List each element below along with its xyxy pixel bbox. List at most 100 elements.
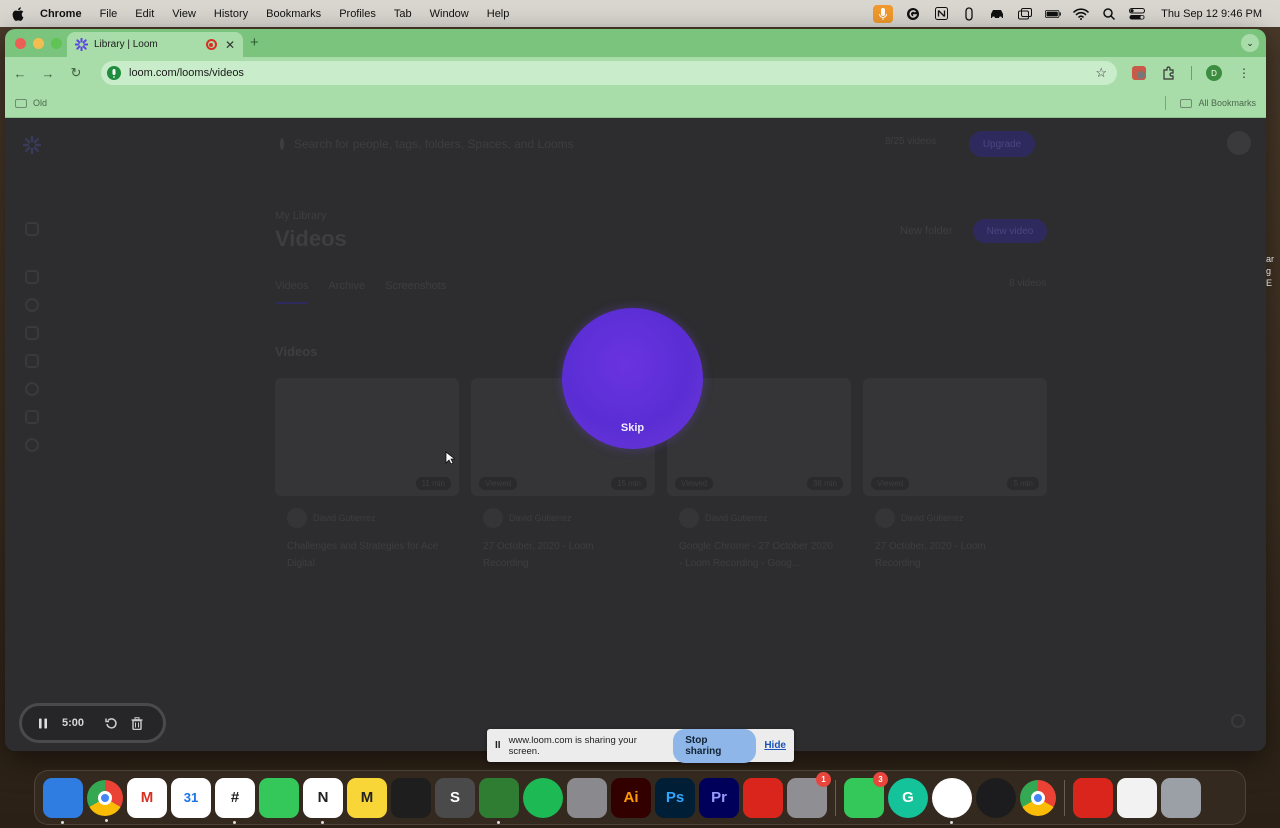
dock-notion-icon[interactable]: N <box>303 777 343 824</box>
grammarly-menu-icon[interactable] <box>905 7 921 21</box>
car-icon[interactable] <box>989 7 1005 21</box>
video-title[interactable]: Challenges and Strategies for Ace Digita… <box>275 538 445 572</box>
dock-quicktime-icon[interactable] <box>976 777 1016 818</box>
tab-screenshots[interactable]: Screenshots <box>385 280 446 304</box>
zoom-window-button[interactable] <box>51 37 62 49</box>
pause-recording-icon[interactable] <box>36 716 50 730</box>
dock-slack-icon[interactable]: # <box>215 777 255 824</box>
dock-chrome-icon[interactable] <box>87 779 123 822</box>
microphone-icon[interactable] <box>873 4 894 23</box>
bookmark-folder-old[interactable]: Old <box>15 98 47 108</box>
wifi-icon[interactable] <box>1073 7 1089 21</box>
dock-acrobat-2-icon[interactable] <box>1073 777 1113 818</box>
menu-help[interactable]: Help <box>487 8 510 20</box>
minimize-window-button[interactable] <box>33 37 44 49</box>
profile-avatar[interactable]: D <box>1206 65 1222 81</box>
video-thumbnail[interactable]: 11 min <box>275 378 459 496</box>
team-icon[interactable] <box>25 222 39 236</box>
user-avatar[interactable] <box>1227 131 1251 155</box>
dock-illustrator-icon[interactable]: Ai <box>611 777 651 818</box>
video-thumbnail[interactable]: Viewed 5 min <box>863 378 1047 496</box>
dock-photoshop-icon[interactable]: Ps <box>655 777 695 818</box>
back-arrow-icon[interactable]: ← <box>13 66 27 81</box>
dock-documents-icon[interactable] <box>1117 777 1157 818</box>
menu-edit[interactable]: Edit <box>135 8 154 20</box>
stop-sharing-button[interactable]: Stop sharing <box>673 728 757 763</box>
video-title[interactable]: 27 October, 2020 - Loom Recording <box>471 538 641 572</box>
dock-figma-icon[interactable] <box>391 777 431 818</box>
bookmark-star-icon[interactable]: ☆ <box>1095 65 1107 81</box>
address-bar[interactable]: loom.com/looms/videos ☆ <box>101 61 1117 85</box>
tab-archive[interactable]: Archive <box>328 280 365 304</box>
new-video-button[interactable]: New video <box>973 219 1047 243</box>
battery-icon[interactable] <box>1045 7 1061 21</box>
extensions-puzzle-icon[interactable] <box>1161 65 1177 81</box>
dock-spotify-icon[interactable] <box>523 777 563 818</box>
close-tab-icon[interactable]: ✕ <box>225 38 235 52</box>
spotlight-search-icon[interactable] <box>1101 7 1117 21</box>
menu-file[interactable]: File <box>100 8 118 20</box>
menu-window[interactable]: Window <box>430 8 469 20</box>
dock-premiere-icon[interactable]: Pr <box>699 777 739 818</box>
dock-safari-icon[interactable] <box>932 777 972 824</box>
menu-app-name[interactable]: Chrome <box>40 8 82 20</box>
paperclip-icon[interactable] <box>961 6 977 21</box>
dock-miro-icon[interactable]: M <box>347 777 387 818</box>
menu-history[interactable]: History <box>214 8 248 20</box>
apple-icon[interactable] <box>12 6 26 22</box>
library-search[interactable]: Search for people, tags, folders, Spaces… <box>280 134 574 154</box>
library-icon[interactable] <box>25 298 39 312</box>
dock-gmail-icon[interactable]: M <box>127 777 167 818</box>
upgrade-button[interactable]: Upgrade <box>969 131 1035 157</box>
new-folder-button[interactable]: New folder <box>900 225 953 237</box>
site-mic-icon[interactable] <box>107 66 121 80</box>
delete-recording-icon[interactable] <box>130 716 144 730</box>
dock-system-settings-icon[interactable]: 1 <box>787 771 831 818</box>
menu-bookmarks[interactable]: Bookmarks <box>266 8 321 20</box>
loom-countdown-bubble[interactable]: Skip <box>562 308 703 449</box>
all-bookmarks[interactable]: All Bookmarks <box>1165 96 1256 110</box>
notion-menu-icon[interactable] <box>933 7 949 21</box>
tab-videos[interactable]: Videos <box>275 280 309 304</box>
dock-sublime-icon[interactable]: S <box>435 777 475 818</box>
restart-recording-icon[interactable] <box>104 716 118 730</box>
forward-arrow-icon[interactable]: → <box>41 66 55 81</box>
notifications-bell-icon[interactable] <box>25 326 39 340</box>
breadcrumb[interactable]: My Library <box>275 210 326 222</box>
dock-finder-icon[interactable] <box>43 777 83 824</box>
home-icon[interactable] <box>25 270 39 284</box>
help-icon[interactable] <box>1231 714 1245 728</box>
dock-acrobat-icon[interactable] <box>743 777 783 818</box>
video-card[interactable]: Viewed 5 min David Gutierrez 27 October,… <box>863 378 1047 572</box>
dock-calendar-icon[interactable]: 31 <box>171 777 211 818</box>
dock-gecko-icon[interactable] <box>479 777 519 824</box>
kebab-menu-icon[interactable]: ⋮ <box>1236 65 1252 81</box>
reload-icon[interactable]: ↻ <box>69 65 83 81</box>
dock-facetime-icon[interactable]: 3 <box>844 771 888 818</box>
hide-sharing-bar-link[interactable]: Hide <box>764 740 786 751</box>
close-window-button[interactable] <box>15 37 26 49</box>
menu-view[interactable]: View <box>172 8 196 20</box>
tab-search-chevron-icon[interactable]: ⌄ <box>1241 34 1259 52</box>
control-center-icon[interactable] <box>1129 7 1146 21</box>
menu-tab[interactable]: Tab <box>394 8 412 20</box>
window-switcher-icon[interactable] <box>1017 7 1033 21</box>
menu-clock[interactable]: Thu Sep 12 9:46 PM <box>1161 8 1262 20</box>
dock-chrome-2-icon[interactable] <box>1020 779 1056 816</box>
sharing-pause-icon[interactable]: II <box>495 740 501 751</box>
video-title[interactable]: Google Chrome - 27 October 2020 - Loom R… <box>667 538 837 572</box>
history-clock-icon[interactable] <box>25 382 39 396</box>
menu-profiles[interactable]: Profiles <box>339 8 376 20</box>
loom-extension-icon[interactable] <box>1131 65 1147 81</box>
video-title[interactable]: 27 October, 2020 - Loom Recording <box>863 538 1033 572</box>
dock-disk-utility-icon[interactable] <box>567 777 607 818</box>
bookmark-icon[interactable] <box>25 354 39 368</box>
skip-countdown-button[interactable]: Skip <box>621 422 644 434</box>
url-text[interactable]: loom.com/looms/videos <box>129 67 1095 79</box>
dock-trash-icon[interactable] <box>1161 777 1201 818</box>
new-tab-icon[interactable]: + <box>250 34 259 51</box>
loom-logo-icon[interactable] <box>22 135 42 155</box>
settings-gear-icon[interactable] <box>25 438 39 452</box>
dock-grammarly-icon[interactable]: G <box>888 777 928 818</box>
gift-icon[interactable] <box>25 410 39 424</box>
